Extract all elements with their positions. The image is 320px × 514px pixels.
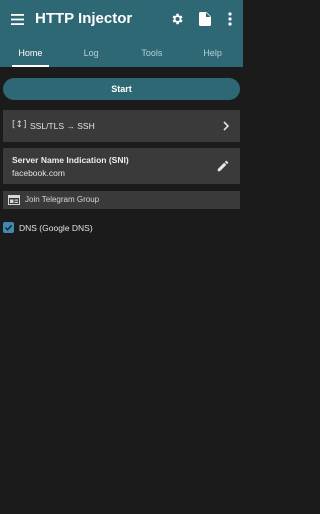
join-telegram-label: Join Telegram Group — [25, 195, 100, 204]
dns-label: DNS (Google DNS) — [19, 222, 93, 233]
sni-value: facebook.com — [12, 168, 65, 178]
sni-card[interactable]: Server Name Indication (SNI) facebook.co… — [3, 148, 240, 184]
tab-bar: Home Log Tools Help — [0, 38, 243, 67]
tunnel-mode-label: SSL/TLS → SSH — [30, 121, 95, 131]
tab-tools[interactable]: Tools — [122, 38, 183, 67]
gear-icon[interactable] — [168, 10, 186, 28]
tab-help[interactable]: Help — [182, 38, 243, 67]
app-bar: HTTP Injector Home Log Tools Help — [0, 0, 243, 67]
dns-option[interactable]: DNS (Google DNS) — [3, 221, 123, 234]
app-title: HTTP Injector — [35, 10, 133, 27]
tab-home[interactable]: Home — [0, 38, 61, 67]
tunnel-mode-icon: [↕] — [12, 120, 27, 130]
start-button[interactable]: Start — [3, 78, 240, 100]
toolbar: HTTP Injector — [0, 0, 243, 38]
checkmark-icon — [5, 224, 13, 231]
chevron-right-icon — [223, 121, 230, 131]
dns-checkbox[interactable] — [3, 222, 14, 233]
file-icon[interactable] — [196, 10, 214, 28]
hamburger-menu-icon[interactable] — [8, 10, 26, 28]
more-vert-icon[interactable] — [221, 10, 239, 28]
tab-log[interactable]: Log — [61, 38, 122, 67]
pencil-edit-icon[interactable] — [216, 159, 230, 173]
join-telegram-button[interactable]: Join Telegram Group — [3, 191, 240, 209]
tunnel-mode-selector[interactable]: [↕] SSL/TLS → SSH — [3, 110, 240, 142]
web-window-icon — [8, 195, 20, 205]
sni-label: Server Name Indication (SNI) — [12, 155, 129, 165]
